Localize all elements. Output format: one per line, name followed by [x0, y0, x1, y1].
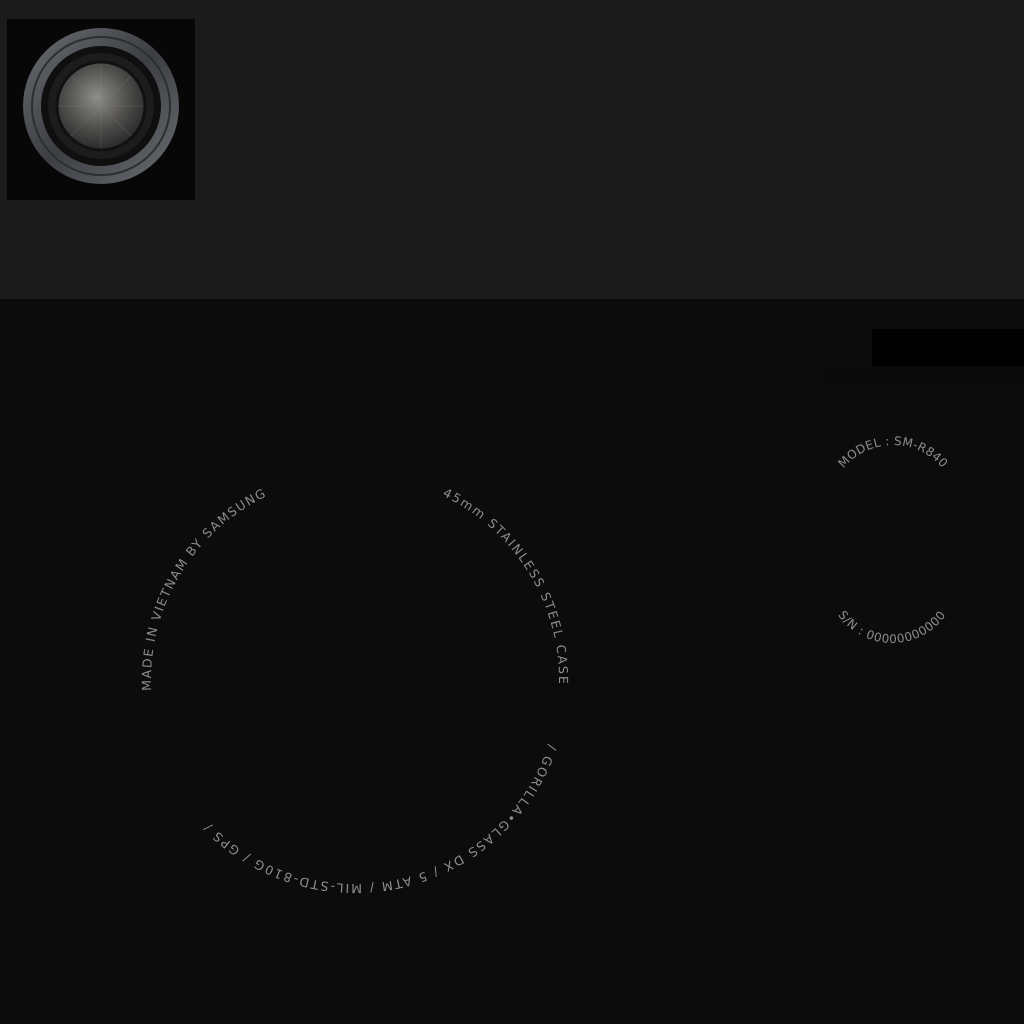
model-text: MODEL : SM-R840 [835, 434, 950, 471]
ring-text-case: 45mm STAINLESS STEEL CASE [441, 485, 571, 686]
texture-canvas: 45mm STAINLESS STEEL CASE / GORILLA•GLAS… [0, 0, 1024, 1024]
ring-text-origin: MADE IN VIETNAM BY SAMSUNG [139, 485, 269, 691]
engraving-layer: 45mm STAINLESS STEEL CASE / GORILLA•GLAS… [139, 434, 950, 896]
serial-text: S/N : 00000000000 [835, 608, 948, 646]
ring-text-specs: / GORILLA•GLASS DX / 5 ATM / MIL-STD-810… [200, 743, 560, 896]
